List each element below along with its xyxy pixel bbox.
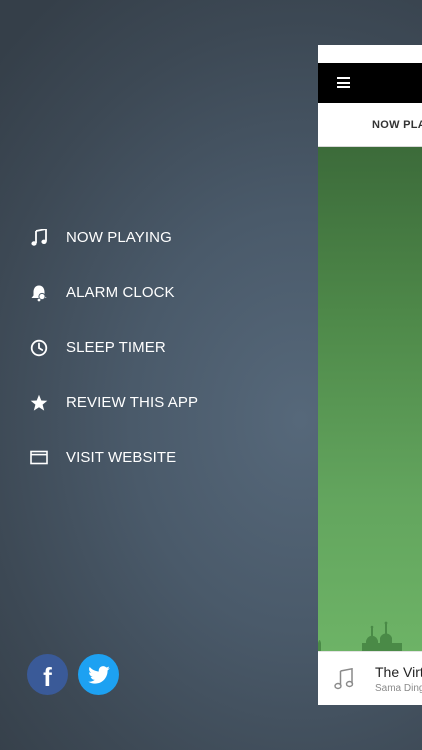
track-artist: Sama Dinga xyxy=(375,683,422,694)
menu-item-label: VISIT WEBSITE xyxy=(66,449,177,466)
status-bar xyxy=(318,45,422,63)
menu-item-label: NOW PLAYING xyxy=(66,229,172,246)
menu-item-sleep-timer[interactable]: SLEEP TIMER xyxy=(0,320,300,375)
twitter-button[interactable] xyxy=(78,654,119,695)
star-icon xyxy=(29,393,49,413)
now-playing-bar[interactable]: The Virtues Sama Dinga xyxy=(318,651,422,705)
main-panel[interactable]: NOW PLAYING xyxy=(318,45,422,705)
menu-item-review-app[interactable]: REVIEW THIS APP xyxy=(0,375,300,430)
browser-window-icon xyxy=(29,448,49,468)
hamburger-menu-icon[interactable] xyxy=(337,77,350,88)
music-note-icon xyxy=(29,228,49,248)
menu-item-label: REVIEW THIS APP xyxy=(66,394,199,411)
clock-icon xyxy=(29,338,49,358)
menu-item-label: SLEEP TIMER xyxy=(66,339,166,356)
facebook-button[interactable]: f xyxy=(27,654,68,695)
track-title: The Virtues xyxy=(375,664,422,680)
menu-item-now-playing[interactable]: NOW PLAYING xyxy=(0,210,300,265)
alarm-bell-icon xyxy=(29,283,49,303)
app-screen: NOW PLAYING ALARM CLOCK SLEEP TIMER REVI… xyxy=(0,0,422,750)
menu-item-visit-website[interactable]: VISIT WEBSITE xyxy=(0,430,300,485)
twitter-icon xyxy=(87,665,110,684)
tab-now-playing[interactable]: NOW PLAYING xyxy=(372,119,422,131)
mosque-skyline-image xyxy=(318,621,402,651)
menu-item-label: ALARM CLOCK xyxy=(66,284,175,301)
facebook-icon: f xyxy=(43,661,52,692)
music-note-icon xyxy=(334,667,354,695)
menu-item-alarm-clock[interactable]: ALARM CLOCK xyxy=(0,265,300,320)
album-artwork xyxy=(318,147,422,651)
nav-bar xyxy=(318,63,422,103)
tab-bar: NOW PLAYING xyxy=(318,103,422,148)
